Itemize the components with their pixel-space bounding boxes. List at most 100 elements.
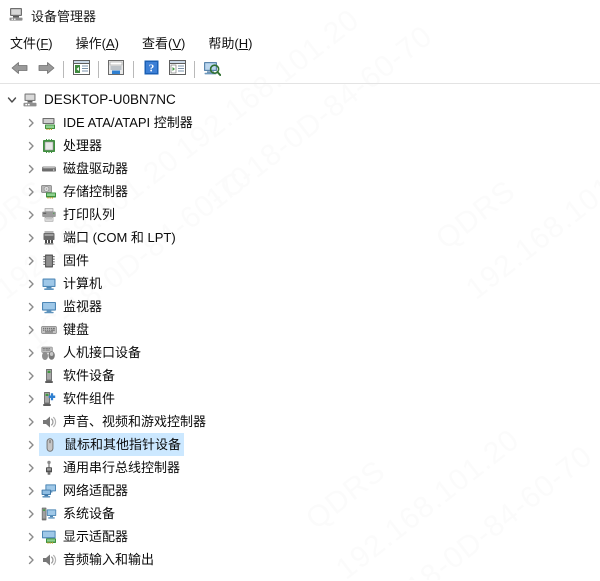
tree-item-print-queues[interactable]: 打印队列 (0, 203, 600, 226)
selection-highlight: 鼠标和其他指针设备 (39, 433, 185, 456)
chevron-right-icon[interactable] (23, 410, 39, 433)
usb-controller-icon (39, 458, 58, 477)
menu-bar: 文件(F) 操作(A) 查看(V) 帮助(H) (0, 30, 600, 55)
tree-item-label: 打印队列 (63, 206, 116, 222)
tree-item-label: 固件 (63, 252, 90, 268)
svg-text:?: ? (148, 63, 154, 75)
tree-item-ide-controller[interactable]: IDE ATA/ATAPI 控制器 (0, 111, 600, 134)
scan-hardware-changes-button[interactable] (199, 57, 225, 81)
disk-drive-icon (39, 159, 58, 178)
tree-item-system-devices[interactable]: 系统设备 (0, 502, 600, 525)
tree-item-firmware[interactable]: 固件 (0, 249, 600, 272)
window-title: 设备管理器 (31, 8, 97, 24)
chevron-right-icon[interactable] (23, 203, 39, 226)
tree-item-monitors[interactable]: 监视器 (0, 295, 600, 318)
menu-file[interactable]: 文件(F) (10, 33, 53, 52)
tree-item-label: 系统设备 (63, 505, 116, 521)
system-device-icon (39, 504, 58, 523)
tree-item-label: 磁盘驱动器 (63, 160, 129, 176)
chevron-right-icon[interactable] (23, 318, 39, 341)
tree-item-label: 鼠标和其他指针设备 (64, 436, 182, 452)
tree-item-label: 网络适配器 (63, 482, 129, 498)
tree-item-disk-drives[interactable]: 磁盘驱动器 (0, 157, 600, 180)
tree-item-ports[interactable]: 端口 (COM 和 LPT) (0, 226, 600, 249)
tree-item-label: 显示适配器 (63, 528, 129, 544)
software-device-icon (39, 366, 58, 385)
tree-item-label: 人机接口设备 (63, 344, 142, 360)
tree-item-storage-controllers[interactable]: 存储控制器 (0, 180, 600, 203)
chevron-right-icon[interactable] (23, 479, 39, 502)
toolbar-separator (63, 60, 64, 78)
tree-item-hid[interactable]: 人机接口设备 (0, 341, 600, 364)
tree-item-audio-inputs-outputs[interactable]: 音频输入和输出 (0, 548, 600, 571)
tree-item-usb-controllers[interactable]: 通用串行总线控制器 (0, 456, 600, 479)
chevron-right-icon[interactable] (23, 433, 39, 456)
computer-root-icon (20, 90, 39, 109)
forward-icon (37, 60, 55, 79)
chevron-right-icon[interactable] (23, 226, 39, 249)
chevron-right-icon[interactable] (23, 387, 39, 410)
processor-icon (39, 136, 58, 155)
chevron-right-icon[interactable] (23, 157, 39, 180)
mouse-icon (40, 435, 59, 454)
computer-icon (39, 274, 58, 293)
chevron-right-icon[interactable] (23, 249, 39, 272)
tree-item-network-adapters[interactable]: 网络适配器 (0, 479, 600, 502)
tree-item-label: 存储控制器 (63, 183, 129, 199)
chevron-right-icon[interactable] (23, 502, 39, 525)
tree-item-mice[interactable]: 鼠标和其他指针设备 (0, 433, 600, 456)
properties-button[interactable] (103, 57, 129, 81)
help-button[interactable]: ? (138, 57, 164, 81)
tree-item-computer[interactable]: 计算机 (0, 272, 600, 295)
show-hide-console-tree-button[interactable] (68, 57, 94, 81)
tree-item-label: 处理器 (63, 137, 103, 153)
tree-item-label: 软件组件 (63, 390, 116, 406)
storage-controller-icon (39, 182, 58, 201)
tree-item-label: 软件设备 (63, 367, 116, 383)
keyboard-icon (39, 320, 58, 339)
help-icon: ? (144, 60, 159, 78)
tree-item-label: 声音、视频和游戏控制器 (63, 413, 207, 429)
update-driver-button[interactable] (164, 57, 190, 81)
toolbar-separator (98, 60, 99, 78)
menu-view[interactable]: 查看(V) (142, 33, 185, 52)
tree-root-item[interactable]: DESKTOP-U0BN7NC (0, 88, 600, 111)
device-tree[interactable]: DESKTOP-U0BN7NC IDE ATA/ATAPI 控制器 处理器 磁盘… (0, 84, 600, 581)
network-adapter-icon (39, 481, 58, 500)
tree-item-label: 端口 (COM 和 LPT) (63, 229, 176, 245)
chevron-right-icon[interactable] (23, 134, 39, 157)
tree-item-label: 音频输入和输出 (63, 551, 155, 567)
tree-item-label: 监视器 (63, 298, 103, 314)
chevron-right-icon[interactable] (23, 111, 39, 134)
chevron-right-icon[interactable] (23, 364, 39, 387)
menu-action[interactable]: 操作(A) (76, 33, 119, 52)
chevron-down-icon[interactable] (4, 88, 20, 111)
firmware-icon (39, 251, 58, 270)
tree-item-software-devices[interactable]: 软件设备 (0, 364, 600, 387)
chevron-right-icon[interactable] (23, 525, 39, 548)
chevron-right-icon[interactable] (23, 341, 39, 364)
title-bar: 设备管理器 (0, 0, 600, 30)
software-component-icon (39, 389, 58, 408)
chevron-right-icon[interactable] (23, 180, 39, 203)
back-icon (11, 60, 29, 79)
tree-item-processor[interactable]: 处理器 (0, 134, 600, 157)
tree-item-keyboards[interactable]: 键盘 (0, 318, 600, 341)
ports-icon (39, 228, 58, 247)
display-adapter-icon (39, 527, 58, 546)
tree-item-label: 通用串行总线控制器 (63, 459, 181, 475)
menu-help[interactable]: 帮助(H) (208, 33, 252, 52)
hid-icon (39, 343, 58, 362)
chevron-right-icon[interactable] (23, 272, 39, 295)
tree-item-software-components[interactable]: 软件组件 (0, 387, 600, 410)
chevron-right-icon[interactable] (23, 295, 39, 318)
tree-item-display-adapters[interactable]: 显示适配器 (0, 525, 600, 548)
back-button[interactable] (7, 57, 33, 81)
tree-item-sound-video-game[interactable]: 声音、视频和游戏控制器 (0, 410, 600, 433)
forward-button[interactable] (33, 57, 59, 81)
tree-item-label: IDE ATA/ATAPI 控制器 (63, 114, 193, 130)
tree-item-label: 键盘 (63, 321, 90, 337)
chevron-right-icon[interactable] (23, 456, 39, 479)
update-driver-icon (168, 60, 186, 78)
chevron-right-icon[interactable] (23, 548, 39, 571)
